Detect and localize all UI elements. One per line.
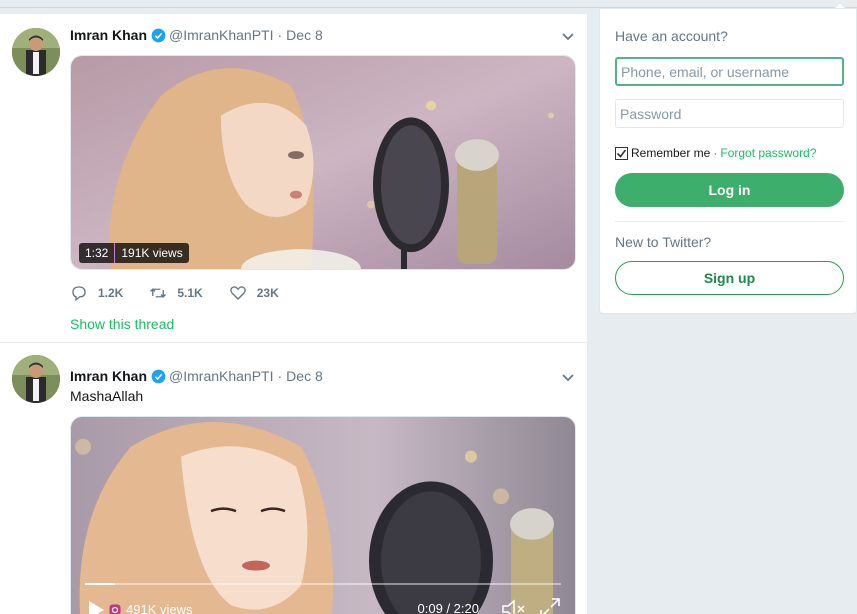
play-icon[interactable] <box>87 600 105 614</box>
video-view-count: 491K views <box>109 602 192 614</box>
avatar[interactable] <box>12 355 60 403</box>
timeline: Imran Khan @ImranKhanPTI · Dec 8 1:32 19… <box>0 14 588 614</box>
author-name[interactable]: Imran Khan <box>70 368 147 384</box>
signup-button[interactable]: Sign up <box>615 261 844 295</box>
password-input[interactable] <box>615 99 844 128</box>
new-to-twitter-heading: New to Twitter? <box>615 234 712 250</box>
remember-me-label[interactable]: Remember me <box>631 146 710 160</box>
separator: · <box>277 368 283 384</box>
author-handle[interactable]: @ImranKhanPTI <box>169 368 273 384</box>
video-duration: 1:32 <box>79 243 116 263</box>
fullscreen-icon[interactable] <box>539 597 561 614</box>
retweet-icon <box>150 288 167 298</box>
instagram-icon <box>109 604 121 614</box>
video-badge: 1:32 191K views <box>79 243 189 263</box>
remember-me-checkbox[interactable] <box>615 146 628 160</box>
video-player[interactable]: 1:32 191K views <box>70 55 576 270</box>
chevron-down-icon[interactable] <box>560 28 576 44</box>
chevron-down-icon[interactable] <box>560 369 576 385</box>
video-views: 491K views <box>126 602 193 614</box>
video-progress-bar[interactable] <box>85 583 561 585</box>
reply-icon <box>72 286 86 302</box>
avatar[interactable] <box>12 28 60 76</box>
forgot-password-link[interactable]: Forgot password? <box>720 146 816 160</box>
tweet-header: Imran Khan @ImranKhanPTI · Dec 8 <box>70 366 323 386</box>
tweet-date[interactable]: Dec 8 <box>286 27 323 43</box>
video-views: 191K views <box>115 243 189 263</box>
separator: · <box>713 146 718 160</box>
show-thread-link[interactable]: Show this thread <box>70 316 174 332</box>
like-count: 23K <box>256 286 279 300</box>
login-dropdown: Have an account? Remember me · Forgot pa… <box>599 8 857 314</box>
reply-button[interactable]: 1.2K <box>70 284 123 302</box>
tweet-header: Imran Khan @ImranKhanPTI · Dec 8 <box>70 25 323 45</box>
have-account-heading: Have an account? <box>615 28 728 44</box>
verified-badge-icon <box>151 369 166 383</box>
tweet[interactable]: Imran Khan @ImranKhanPTI · Dec 8 1:32 19… <box>0 14 587 343</box>
video-thumbnail <box>71 56 575 269</box>
separator: · <box>277 27 283 43</box>
like-icon <box>229 286 246 300</box>
tweet[interactable]: Imran Khan @ImranKhanPTI · Dec 8 MashaAl… <box>0 343 587 614</box>
retweet-button[interactable]: 5.1K <box>149 284 203 302</box>
author-name[interactable]: Imran Khan <box>70 27 147 43</box>
reply-count: 1.2K <box>98 286 124 300</box>
video-time: 0:09 / 2:20 <box>417 601 479 614</box>
top-bar <box>0 0 857 8</box>
remember-me-row: Remember me · Forgot password? <box>615 146 816 160</box>
login-button[interactable]: Log in <box>615 173 844 207</box>
video-progress-fill <box>85 583 116 585</box>
like-button[interactable]: 23K <box>229 284 279 302</box>
tweet-actions: 1.2K 5.1K 23K <box>70 284 305 302</box>
tweet-text: MashaAllah <box>70 388 144 404</box>
tweet-date[interactable]: Dec 8 <box>286 368 323 384</box>
mute-icon[interactable] <box>501 598 527 614</box>
divider <box>615 221 844 222</box>
verified-badge-icon <box>151 28 166 42</box>
video-player[interactable]: 491K views 0:09 / 2:20 <box>70 416 576 614</box>
author-handle[interactable]: @ImranKhanPTI <box>169 27 273 43</box>
checkbox-checked-icon <box>616 149 627 158</box>
username-input[interactable] <box>615 57 844 86</box>
retweet-count: 5.1K <box>177 286 203 300</box>
